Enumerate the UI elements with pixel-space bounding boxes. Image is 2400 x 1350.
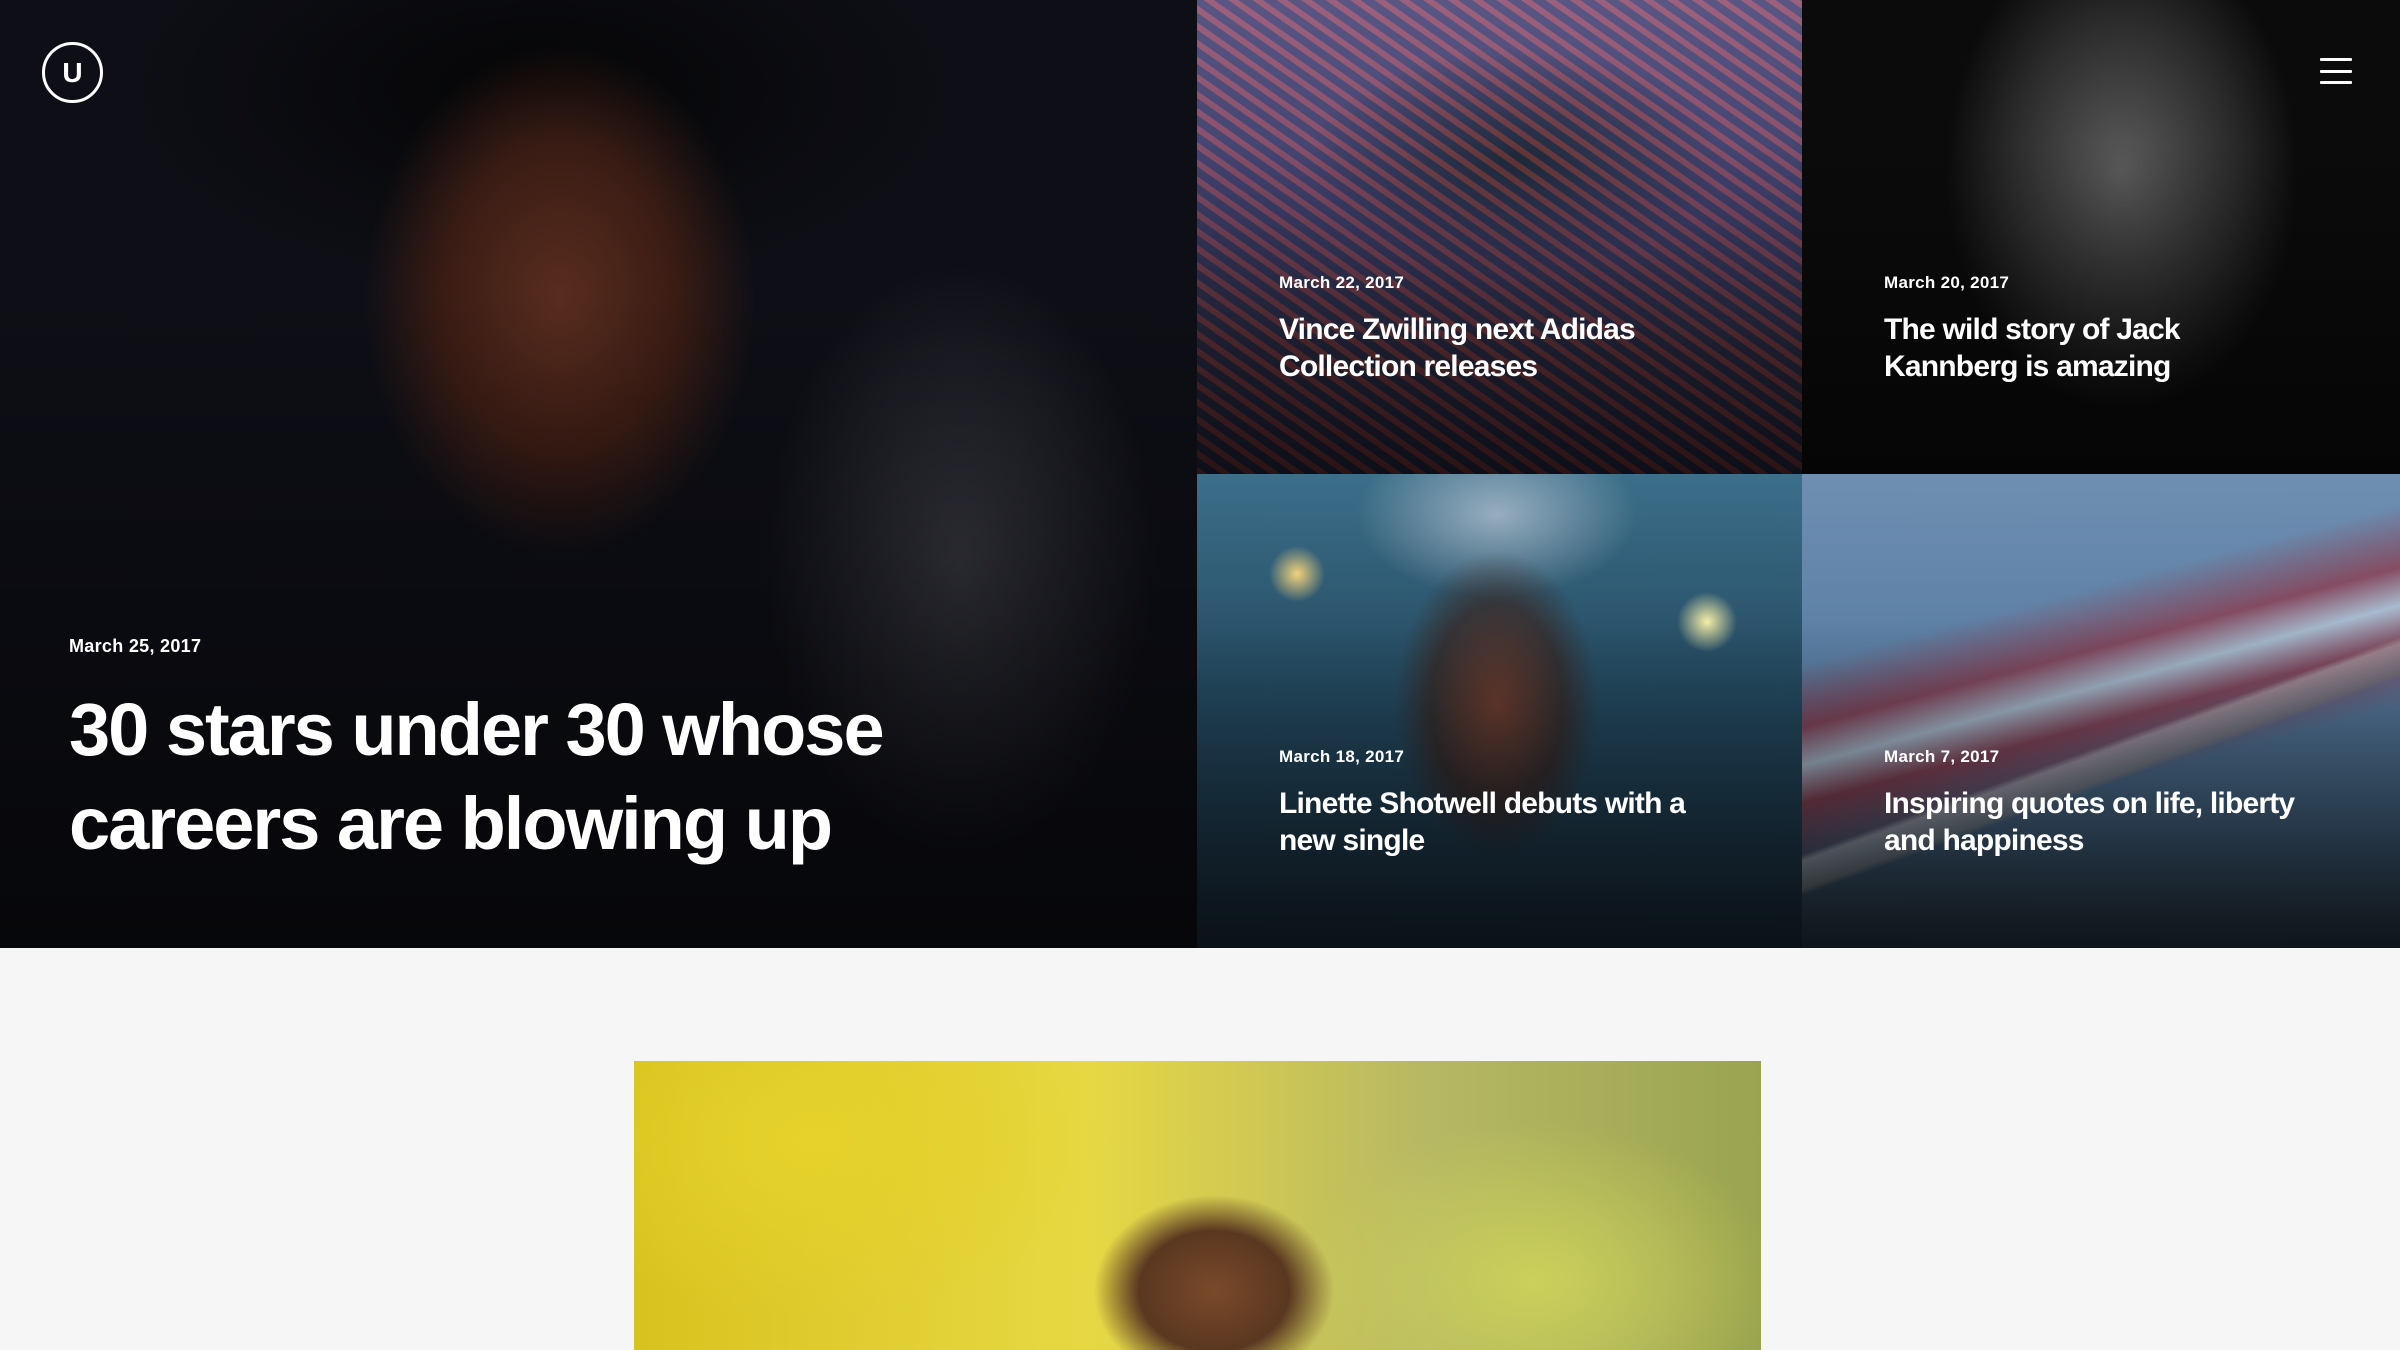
hamburger-menu-icon[interactable] — [2320, 58, 2352, 84]
featured-article-date: March 25, 2017 — [69, 636, 202, 656]
article-card-flag[interactable]: March 7, 2017 Inspiring quotes on life, … — [1802, 474, 2400, 948]
article-meta: March 7, 2017 Inspiring quotes on life, … — [1884, 747, 2304, 859]
menu-bar — [2320, 69, 2352, 73]
article-title[interactable]: The wild story of Jack Kannberg is amazi… — [1884, 311, 2304, 385]
article-date: March 18, 2017 — [1279, 747, 1405, 766]
article-card-linette[interactable]: March 18, 2017 Linette Shotwell debuts w… — [1197, 474, 1802, 948]
article-title[interactable]: Inspiring quotes on life, liberty and ha… — [1884, 785, 2304, 859]
logo-letter: U — [62, 56, 83, 88]
featured-article-meta: March 25, 2017 30 stars under 30 whose c… — [69, 636, 969, 871]
featured-article-title[interactable]: 30 stars under 30 whose careers are blow… — [69, 683, 969, 871]
u-circle-logo-icon[interactable]: U — [42, 42, 103, 103]
menu-bar — [2320, 58, 2352, 61]
featured-article-card[interactable]: March 25, 2017 30 stars under 30 whose c… — [0, 0, 1197, 948]
article-card-jack[interactable]: March 20, 2017 The wild story of Jack Ka… — [1802, 0, 2400, 474]
article-title[interactable]: Linette Shotwell debuts with a new singl… — [1279, 785, 1699, 859]
article-date: March 22, 2017 — [1279, 273, 1405, 292]
article-date: March 7, 2017 — [1884, 747, 2000, 766]
menu-bar — [2320, 81, 2352, 84]
featured-post-image[interactable] — [634, 1061, 1761, 1350]
article-card-adidas[interactable]: March 22, 2017 Vince Zwilling next Adida… — [1197, 0, 1802, 474]
lower-section — [0, 948, 2400, 1350]
article-title[interactable]: Vince Zwilling next Adidas Collection re… — [1279, 311, 1699, 385]
article-meta: March 22, 2017 Vince Zwilling next Adida… — [1279, 273, 1699, 385]
article-meta: March 18, 2017 Linette Shotwell debuts w… — [1279, 747, 1699, 859]
article-date: March 20, 2017 — [1884, 273, 2010, 292]
article-meta: March 20, 2017 The wild story of Jack Ka… — [1884, 273, 2304, 385]
hero-grid: March 25, 2017 30 stars under 30 whose c… — [0, 0, 2400, 948]
